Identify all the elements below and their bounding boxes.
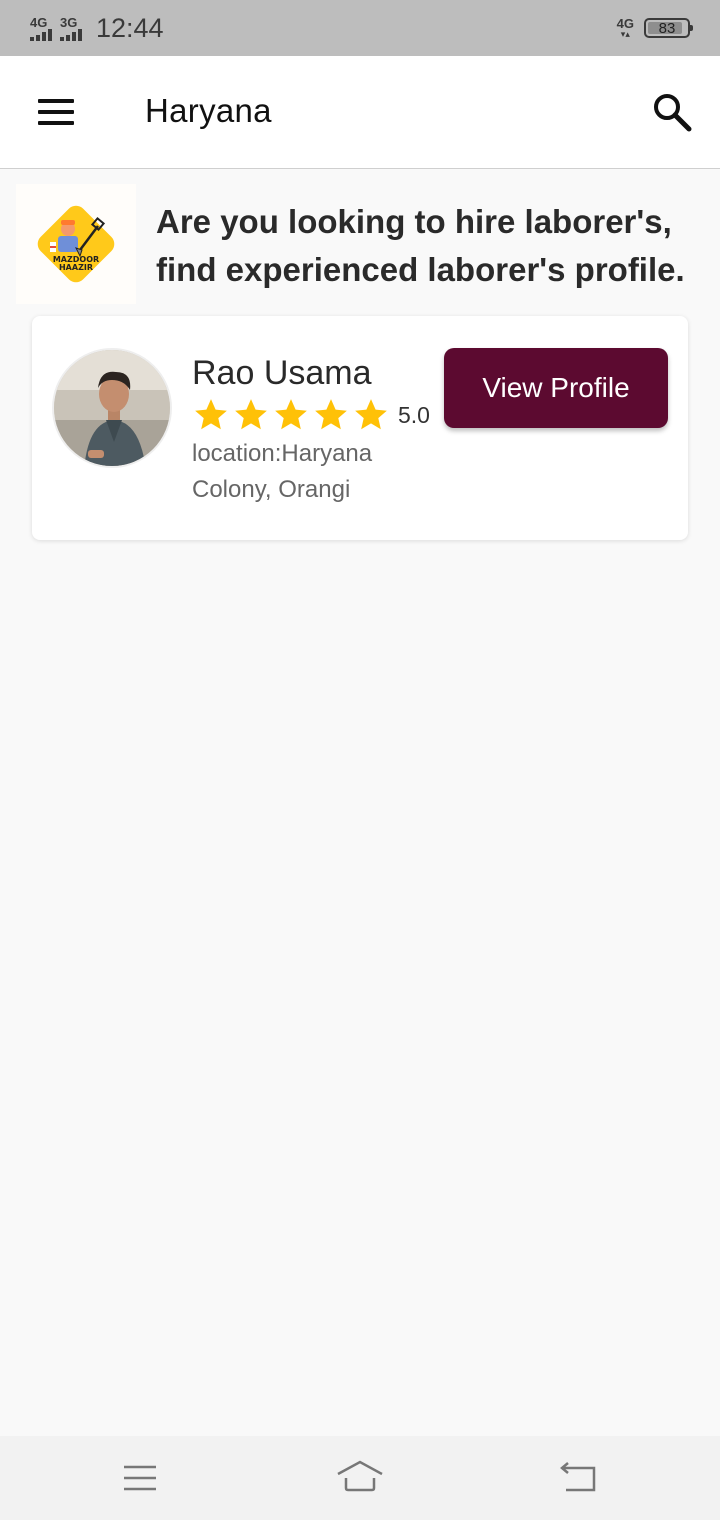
search-icon[interactable] [652, 92, 692, 132]
worker-card[interactable]: Rao Usama 5.0 location:Haryana Colony, O… [32, 316, 688, 540]
banner-text: Are you looking to hire laborer's, find … [156, 203, 685, 288]
star-icon [272, 396, 312, 434]
network-type-label: 4G [30, 14, 48, 30]
signal-4g-icon: 4G [30, 16, 52, 41]
status-left: 4G 3G 12:44 [30, 13, 164, 44]
signal-3g-icon: 3G [60, 16, 82, 41]
mazdoor-haazir-logo: MAZDOOR HAAZIR [16, 184, 136, 304]
hamburger-menu-icon[interactable] [38, 99, 74, 125]
data-4g-icon: 4G ▾▴ [616, 15, 634, 39]
star-icon [192, 396, 232, 434]
app-bar: Haryana [0, 56, 720, 169]
clock: 12:44 [96, 12, 164, 43]
page-title: Haryana [145, 92, 272, 129]
rating-value: 5.0 [398, 401, 430, 428]
star-icon [352, 396, 392, 434]
worker-location: location:Haryana Colony, Orangi [192, 440, 373, 503]
network-type-label: 3G [60, 14, 78, 30]
star-icon [312, 396, 352, 434]
home-icon[interactable] [332, 1454, 388, 1502]
status-right: 4G ▾▴ 83 [616, 15, 693, 39]
worker-name: Rao Usama [192, 354, 372, 392]
battery-icon: 83 [644, 18, 693, 38]
avatar [52, 348, 172, 468]
system-nav-bar [0, 1436, 720, 1520]
back-icon[interactable] [552, 1454, 608, 1502]
battery-level: 83 [658, 19, 676, 37]
view-profile-button[interactable]: View Profile [444, 348, 668, 428]
logo-image: MAZDOOR HAAZIR [37, 205, 115, 283]
status-bar: 4G 3G 12:44 4G ▾▴ 83 [0, 0, 720, 56]
star-icon [232, 396, 272, 434]
svg-text:HAAZIR: HAAZIR [59, 263, 93, 272]
menu-lines-icon[interactable] [112, 1454, 168, 1502]
rating: 5.0 [192, 396, 430, 434]
